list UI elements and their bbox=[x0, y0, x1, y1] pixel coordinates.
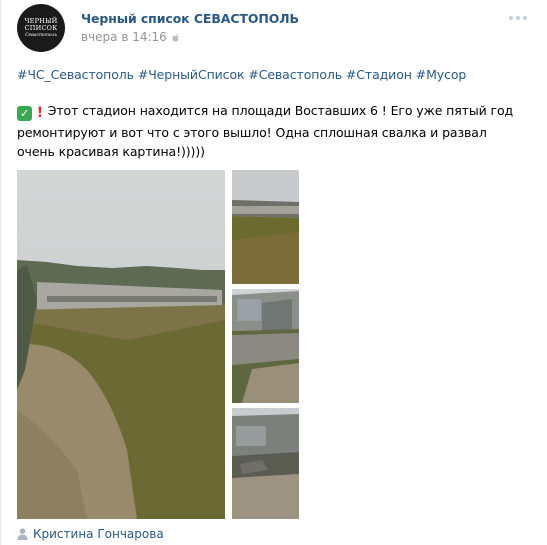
apple-icon bbox=[171, 32, 180, 42]
menu-dot bbox=[516, 16, 520, 20]
wall-post: ЧЕРНЫЙ СПИСОК Севастополь Черный список … bbox=[0, 0, 547, 545]
menu-dot bbox=[509, 16, 513, 20]
exclamation-icon: ! bbox=[36, 105, 44, 121]
community-avatar[interactable]: ЧЕРНЫЙ СПИСОК Севастополь bbox=[17, 4, 65, 52]
photo-thumb-2[interactable] bbox=[232, 289, 299, 403]
photo-main[interactable] bbox=[17, 170, 225, 519]
avatar-text-line2: СПИСОК bbox=[24, 23, 58, 32]
post-text-block: ✓ ! Этот стадион находится на площади Во… bbox=[17, 101, 517, 161]
author-link[interactable]: Черный список СЕВАСТОПОЛЬ bbox=[81, 11, 299, 26]
photo-thumb-1[interactable] bbox=[232, 170, 299, 284]
post-meta: вчера в 14:16 bbox=[81, 30, 180, 44]
post-time[interactable]: вчера в 14:16 bbox=[81, 30, 167, 44]
avatar-text-line3: Севастополь bbox=[25, 32, 57, 38]
signer-name[interactable]: Кристина Гончарова bbox=[33, 527, 164, 541]
photo-thumb-3[interactable] bbox=[232, 408, 299, 519]
post-actions-menu[interactable] bbox=[509, 16, 527, 20]
post-text: Этот стадион находится на площади Востав… bbox=[17, 103, 514, 159]
post-hashtags[interactable]: #ЧС_Севастополь #ЧерныйСписок #Севастопо… bbox=[17, 67, 466, 82]
person-icon bbox=[17, 528, 28, 540]
menu-dot bbox=[523, 16, 527, 20]
check-mark-icon: ✓ bbox=[17, 106, 32, 121]
post-signer[interactable]: Кристина Гончарова bbox=[17, 527, 164, 541]
